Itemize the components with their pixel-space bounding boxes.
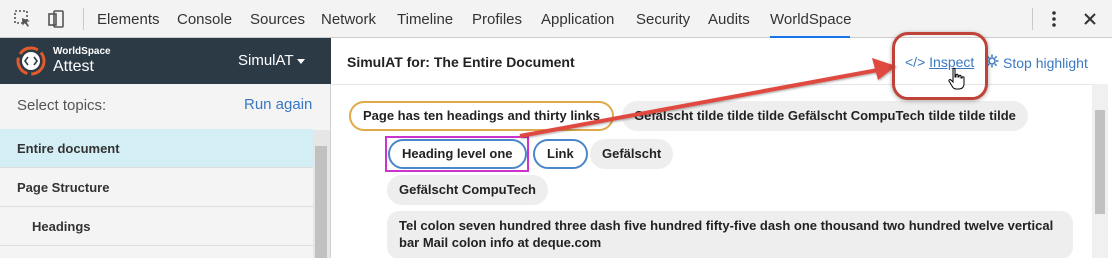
tab-audits[interactable]: Audits [708,0,750,38]
tab-network[interactable]: Network [321,0,376,38]
more-vert-icon[interactable] [1042,7,1066,31]
simulator-select[interactable]: SimulAT [238,52,294,69]
pill-gefalscht-computech[interactable]: Gefälscht CompuTech [387,175,549,205]
pill-contact-info[interactable]: Tel colon seven hundred three dash five … [387,211,1073,258]
toolbar-divider [83,8,84,30]
tab-elements[interactable]: Elements [97,0,160,38]
toolbar-divider [1032,8,1033,30]
tab-console[interactable]: Console [177,0,232,38]
stop-highlight-label: Stop highlight [1003,54,1088,71]
device-mode-icon[interactable] [44,7,68,31]
pill-gefalscht[interactable]: Gefälscht [590,139,674,169]
worldspace-logo-icon [16,46,46,76]
pill-page-summary[interactable]: Page has ten headings and thirty links [349,101,614,131]
select-topics-label: Select topics: [17,97,107,114]
pill-gefalscht-tilde[interactable]: Gefälscht tilde tilde tilde Gefälscht Co… [622,101,1028,131]
sidebar-scrollbar-thumb[interactable] [315,146,327,258]
annotation-highlight-ring [892,32,988,100]
page-title: SimulAT for: The Entire Document [347,54,575,70]
tab-worldspace[interactable]: WorldSpace [770,0,851,38]
sidebar-item-entire-document[interactable]: Entire document [0,129,313,168]
run-again-link[interactable]: Run again [244,96,312,113]
sidebar: WorldSpace Attest SimulAT Select topics:… [0,38,331,258]
main-scrollbar-thumb[interactable] [1095,110,1105,214]
tab-profiles[interactable]: Profiles [472,0,522,38]
pill-link[interactable]: Link [533,139,588,169]
sidebar-item-page-structure[interactable]: Page Structure [0,168,313,207]
tab-sources[interactable]: Sources [250,0,305,38]
tab-security[interactable]: Security [636,0,690,38]
inspect-element-icon[interactable] [11,7,35,31]
logo-wordmark-top: WorldSpace [53,46,111,57]
pill-heading-level-one[interactable]: Heading level one [388,139,527,169]
logo-wordmark-bottom: Attest [53,58,94,75]
chevron-down-icon[interactable] [297,59,305,64]
sidebar-header: WorldSpace Attest SimulAT [0,38,331,84]
sidebar-item-headings[interactable]: Headings [0,207,313,246]
close-icon[interactable] [1078,7,1102,31]
stop-highlight-button[interactable]: Stop highlight [985,54,1088,71]
hand-cursor-icon [947,67,967,96]
tab-application[interactable]: Application [541,0,614,38]
tab-timeline[interactable]: Timeline [397,0,453,38]
